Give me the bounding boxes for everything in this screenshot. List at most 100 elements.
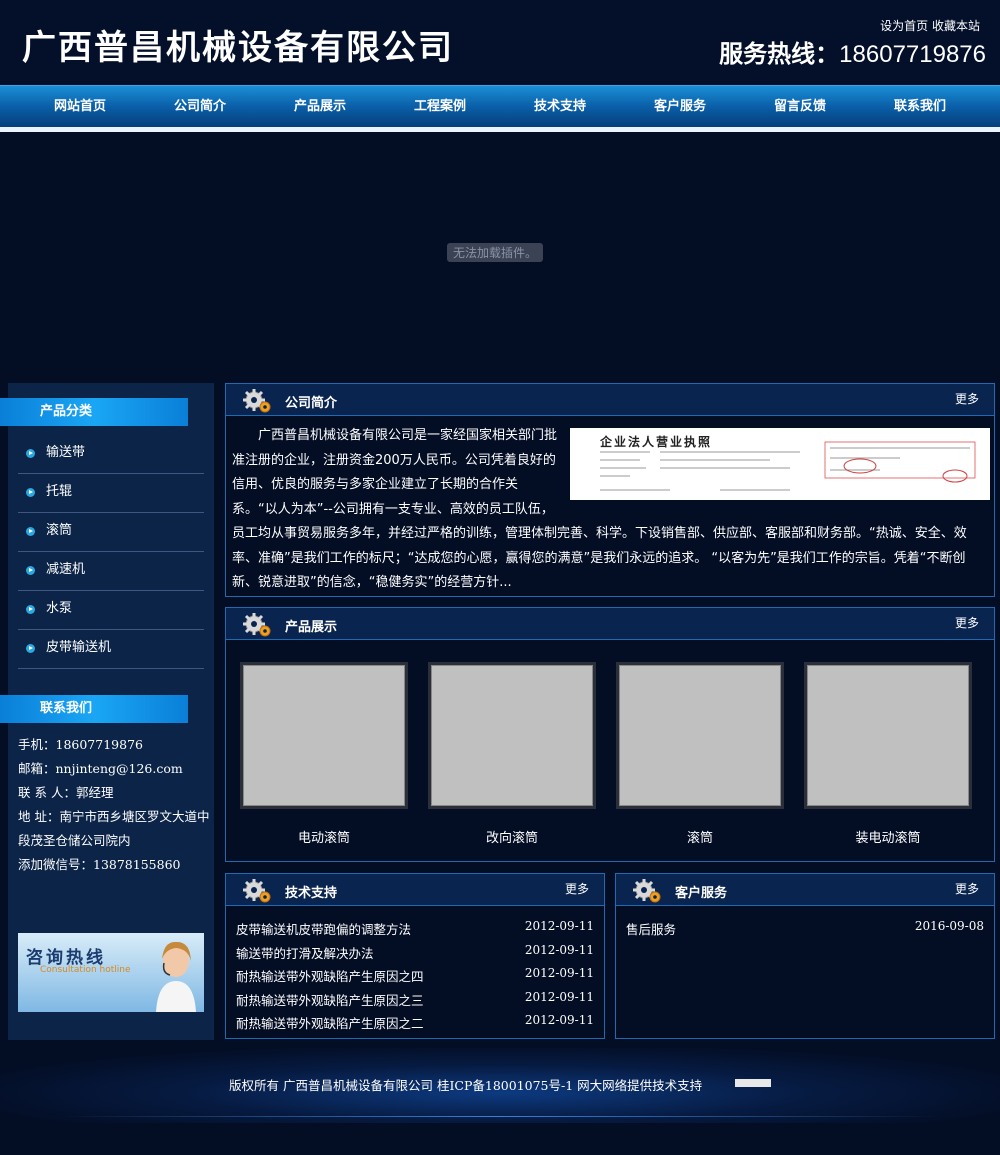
- category-item[interactable]: 滚筒: [18, 513, 204, 552]
- contact-email: 邮箱：nnjinteng@126.com: [18, 761, 183, 776]
- contact-address: 地 址：南宁市西乡塘区罗文大道中段茂圣仓储公司院内: [18, 809, 210, 848]
- article-link[interactable]: 耐热输送带外观缺陷产生原因之四: [236, 966, 424, 990]
- nav-cases[interactable]: 工程案例: [380, 86, 500, 128]
- category-label: 减速机: [46, 562, 86, 577]
- panel-header: 客户服务 更多: [616, 874, 994, 906]
- nav-feedback[interactable]: 留言反馈: [740, 86, 860, 128]
- arrow-bullet-icon: [26, 449, 35, 458]
- product-image[interactable]: [804, 662, 972, 809]
- article-date: 2012-09-11: [524, 1013, 594, 1027]
- article-link[interactable]: 皮带输送机皮带跑偏的调整方法: [236, 919, 411, 943]
- list-item: 输送带的打滑及解决办法 2012-09-11: [236, 943, 594, 967]
- bookmark-link[interactable]: 收藏本站: [932, 19, 980, 33]
- products-panel: 产品展示 更多 电动滚筒 改向滚筒 滚筒 装电动滚筒: [225, 607, 995, 862]
- contact-person: 联 系 人：郭经理: [18, 785, 114, 800]
- nav-contact[interactable]: 联系我们: [860, 86, 980, 128]
- list-item: 耐热输送带外观缺陷产生原因之二 2012-09-11: [236, 1013, 594, 1037]
- article-date: 2012-09-11: [524, 942, 594, 957]
- contact-heading: 联系我们: [0, 695, 188, 723]
- consult-subtitle: Consultation hotline: [40, 965, 131, 975]
- gear-icon: [243, 389, 271, 413]
- category-list: 输送带 托辊 滚筒 减速机 水泵 皮带输送机: [18, 435, 204, 669]
- site-stats-badge[interactable]: [735, 1079, 771, 1087]
- list-item: 耐热输送带外观缺陷产生原因之三 2012-09-11: [236, 990, 594, 1014]
- main-nav: 网站首页 公司简介 产品展示 工程案例 技术支持 客户服务 留言反馈 联系我们: [0, 85, 1000, 127]
- product-name[interactable]: 装电动滚筒: [804, 827, 972, 846]
- product-image[interactable]: [240, 662, 408, 809]
- panel-header: 技术支持 更多: [226, 874, 604, 906]
- gear-icon: [243, 613, 271, 637]
- article-link[interactable]: 耐热输送带外观缺陷产生原因之三: [236, 990, 424, 1014]
- category-item[interactable]: 减速机: [18, 552, 204, 591]
- nav-divider: [0, 127, 1000, 132]
- article-link[interactable]: 售后服务: [626, 919, 676, 943]
- footer-divider: [60, 1116, 940, 1117]
- footer: 版权所有 广西普昌机械设备有限公司 桂ICP备18001075号-1 网大网络提…: [0, 1048, 1000, 1123]
- site-logo-title[interactable]: 广西普昌机械设备有限公司: [22, 20, 454, 69]
- tech-support-panel: 技术支持 更多 皮带输送机皮带跑偏的调整方法 2012-09-11 输送带的打滑及…: [225, 873, 605, 1039]
- more-link[interactable]: 更多: [955, 390, 979, 407]
- contact-wechat: 添加微信号：13878155860: [18, 857, 181, 872]
- more-link[interactable]: 更多: [955, 614, 979, 631]
- consultation-hotline-banner[interactable]: 咨询热线 Consultation hotline: [18, 933, 204, 1012]
- article-date: 2012-09-11: [524, 919, 594, 933]
- list-item: 售后服务 2016-09-08: [626, 919, 984, 943]
- arrow-bullet-icon: [26, 488, 35, 497]
- product-card[interactable]: 电动滚筒: [240, 662, 408, 846]
- support-agent-icon: [156, 941, 196, 1012]
- company-intro-panel: 公司简介 更多 企业法人营业执照 广西普昌机械设备有限公司是一家经国家相关部门批…: [225, 383, 995, 597]
- category-label: 水泵: [46, 601, 73, 616]
- product-grid: 电动滚筒 改向滚筒 滚筒 装电动滚筒: [240, 662, 972, 846]
- business-license-image[interactable]: 企业法人营业执照: [570, 428, 990, 500]
- nav-products[interactable]: 产品展示: [260, 86, 380, 128]
- product-card[interactable]: 装电动滚筒: [804, 662, 972, 846]
- arrow-bullet-icon: [26, 644, 35, 653]
- gear-icon: [243, 879, 271, 903]
- list-item: 皮带输送机皮带跑偏的调整方法 2012-09-11: [236, 919, 594, 943]
- panel-header: 产品展示 更多: [226, 608, 994, 640]
- more-link[interactable]: 更多: [565, 880, 589, 897]
- arrow-bullet-icon: [26, 605, 35, 614]
- product-image[interactable]: [616, 662, 784, 809]
- nav-about[interactable]: 公司简介: [140, 86, 260, 128]
- product-name[interactable]: 电动滚筒: [240, 827, 408, 846]
- article-date: 2012-09-11: [524, 966, 594, 980]
- article-date: 2012-09-11: [524, 989, 594, 1004]
- gear-icon: [633, 879, 661, 903]
- contact-phone: 手机：18607719876: [18, 737, 143, 752]
- category-label: 皮带输送机: [46, 640, 112, 655]
- service-news-list: 售后服务 2016-09-08: [626, 919, 984, 943]
- license-scan-graphic: [600, 441, 976, 491]
- category-item[interactable]: 皮带输送机: [18, 630, 204, 669]
- sidebar: 产品分类 输送带 托辊 滚筒 减速机 水泵 皮带输送机 联系我们 手机：1860…: [0, 383, 214, 1040]
- product-name[interactable]: 滚筒: [616, 827, 784, 846]
- article-link[interactable]: 输送带的打滑及解决办法: [236, 943, 374, 967]
- categories-heading: 产品分类: [0, 398, 188, 426]
- product-card[interactable]: 改向滚筒: [428, 662, 596, 846]
- top-links: 设为首页 收藏本站: [880, 17, 980, 34]
- more-link[interactable]: 更多: [955, 880, 979, 897]
- panel-title: 技术支持: [285, 886, 338, 901]
- copyright-text: 版权所有 广西普昌机械设备有限公司 桂ICP备18001075号-1 网大网络提…: [229, 1078, 703, 1093]
- plugin-error-message: 无法加载插件。: [447, 243, 544, 262]
- category-item[interactable]: 输送带: [18, 435, 204, 474]
- category-label: 托辊: [46, 484, 73, 499]
- panel-title: 客户服务: [675, 886, 728, 901]
- hotline-label: 服务热线：: [719, 40, 840, 68]
- nav-home[interactable]: 网站首页: [20, 86, 140, 128]
- arrow-bullet-icon: [26, 527, 35, 536]
- panel-title: 产品展示: [285, 620, 338, 635]
- category-item[interactable]: 水泵: [18, 591, 204, 630]
- product-card[interactable]: 滚筒: [616, 662, 784, 846]
- article-link[interactable]: 耐热输送带外观缺陷产生原因之二: [236, 1013, 424, 1037]
- set-homepage-link[interactable]: 设为首页: [880, 19, 928, 33]
- product-name[interactable]: 改向滚筒: [428, 827, 596, 846]
- contact-info: 手机：18607719876 邮箱：nnjinteng@126.com 联 系 …: [18, 733, 214, 877]
- category-item[interactable]: 托辊: [18, 474, 204, 513]
- banner-plugin-area: 无法加载插件。: [0, 134, 1000, 370]
- tech-news-list: 皮带输送机皮带跑偏的调整方法 2012-09-11 输送带的打滑及解决办法 2012…: [236, 919, 594, 1037]
- nav-customer-service[interactable]: 客户服务: [620, 86, 740, 128]
- category-label: 滚筒: [46, 523, 73, 538]
- nav-tech-support[interactable]: 技术支持: [500, 86, 620, 128]
- product-image[interactable]: [428, 662, 596, 809]
